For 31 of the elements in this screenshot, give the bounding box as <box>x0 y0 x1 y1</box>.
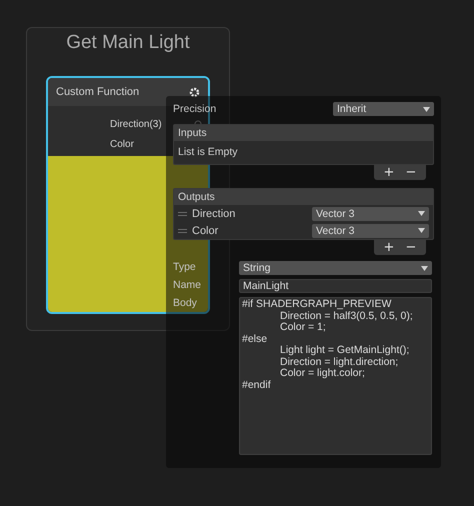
drag-handle-icon[interactable] <box>178 228 187 232</box>
type-dropdown[interactable]: String <box>239 261 432 275</box>
list-header: Inputs <box>174 125 433 141</box>
remove-button[interactable]: − <box>400 240 422 255</box>
code-field[interactable]: #if SHADERGRAPH_PREVIEW Direction = half3(0.5, 0.5, 0); Color = 1; #else Light light = GetMainLight(); Direction = light.direction; Color = light.color; #endif <box>239 297 432 455</box>
output-name: Color <box>192 224 220 236</box>
precision-dropdown[interactable]: Inherit <box>333 102 434 116</box>
drag-handle-icon[interactable] <box>178 212 187 216</box>
caret-icon <box>418 211 425 216</box>
gear-icon[interactable] <box>189 86 200 98</box>
name-field[interactable]: MainLight <box>239 279 432 293</box>
field-label: Type <box>173 261 197 273</box>
caret-icon <box>418 228 425 233</box>
add-button[interactable]: + <box>378 240 400 255</box>
type-dropdown[interactable]: Vector 3 <box>312 224 429 238</box>
output-name: Direction <box>192 208 236 220</box>
remove-button[interactable]: − <box>400 165 422 180</box>
caret-icon <box>421 266 428 270</box>
node-title: Custom Function <box>56 86 140 98</box>
field-label: Body <box>173 297 198 309</box>
field-label: Name <box>173 279 202 291</box>
field-label: Precision <box>173 103 216 115</box>
node-header[interactable]: Custom Function <box>48 78 208 106</box>
list-header: Outputs <box>174 189 433 205</box>
caret-icon <box>423 106 430 112</box>
port-label: Color <box>110 138 134 150</box>
port-label: Direction(3) <box>110 118 162 130</box>
add-button[interactable]: + <box>378 165 400 180</box>
group-title: Get Main Light <box>66 32 190 54</box>
empty-list-text: List is Empty <box>177 145 239 160</box>
type-dropdown[interactable]: Vector 3 <box>312 206 429 220</box>
